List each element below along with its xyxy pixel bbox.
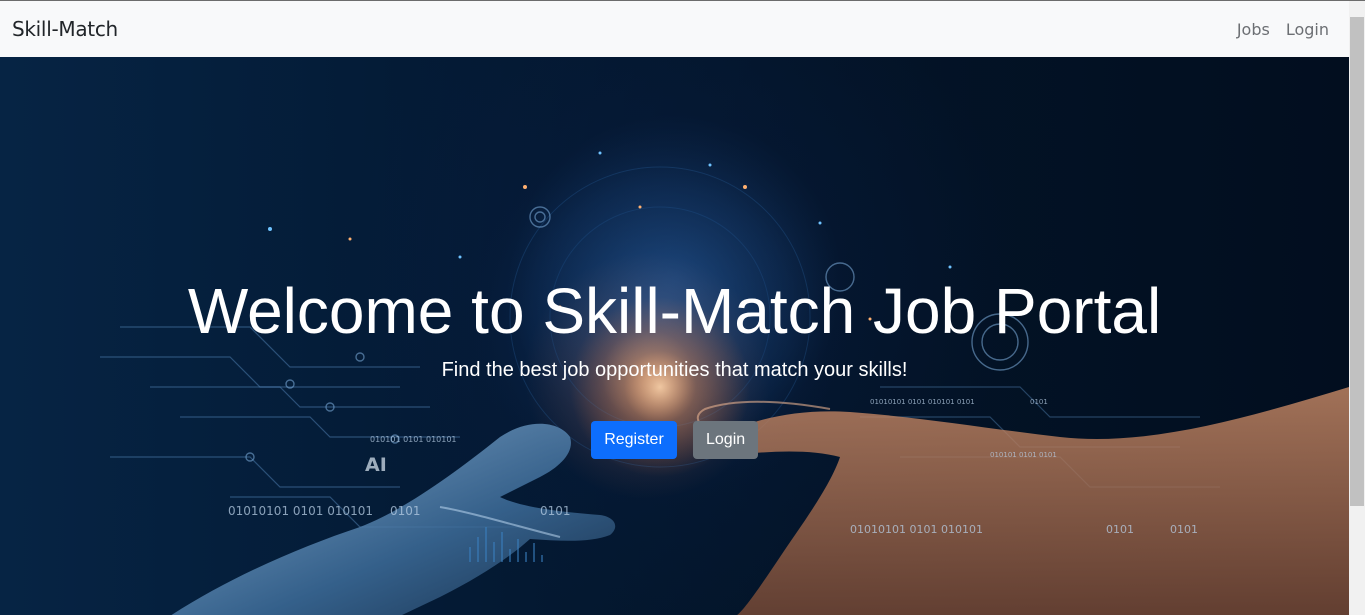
page: Skill-Match Jobs Login AI 01010101 0101 …	[0, 0, 1365, 615]
navbar: Skill-Match Jobs Login	[0, 1, 1349, 57]
scrollbar-thumb[interactable]	[1350, 17, 1364, 506]
brand-link[interactable]: Skill-Match	[12, 17, 118, 41]
hero-subtitle: Find the best job opportunities that mat…	[441, 359, 908, 381]
vertical-scrollbar[interactable]	[1349, 1, 1365, 615]
nav-link-jobs[interactable]: Jobs	[1237, 20, 1270, 39]
login-button[interactable]: Login	[693, 421, 758, 459]
hero-buttons: Register Login	[0, 421, 1349, 459]
nav-links: Jobs Login	[1237, 20, 1329, 39]
hero-section: AI 01010101 0101 010101 0101 0101 010101…	[0, 57, 1349, 615]
hero-content: Welcome to Skill-Match Job Portal Find t…	[0, 57, 1349, 615]
hero-title: Welcome to Skill-Match Job Portal	[187, 275, 1162, 347]
register-button[interactable]: Register	[591, 421, 677, 459]
nav-link-login[interactable]: Login	[1286, 20, 1329, 39]
